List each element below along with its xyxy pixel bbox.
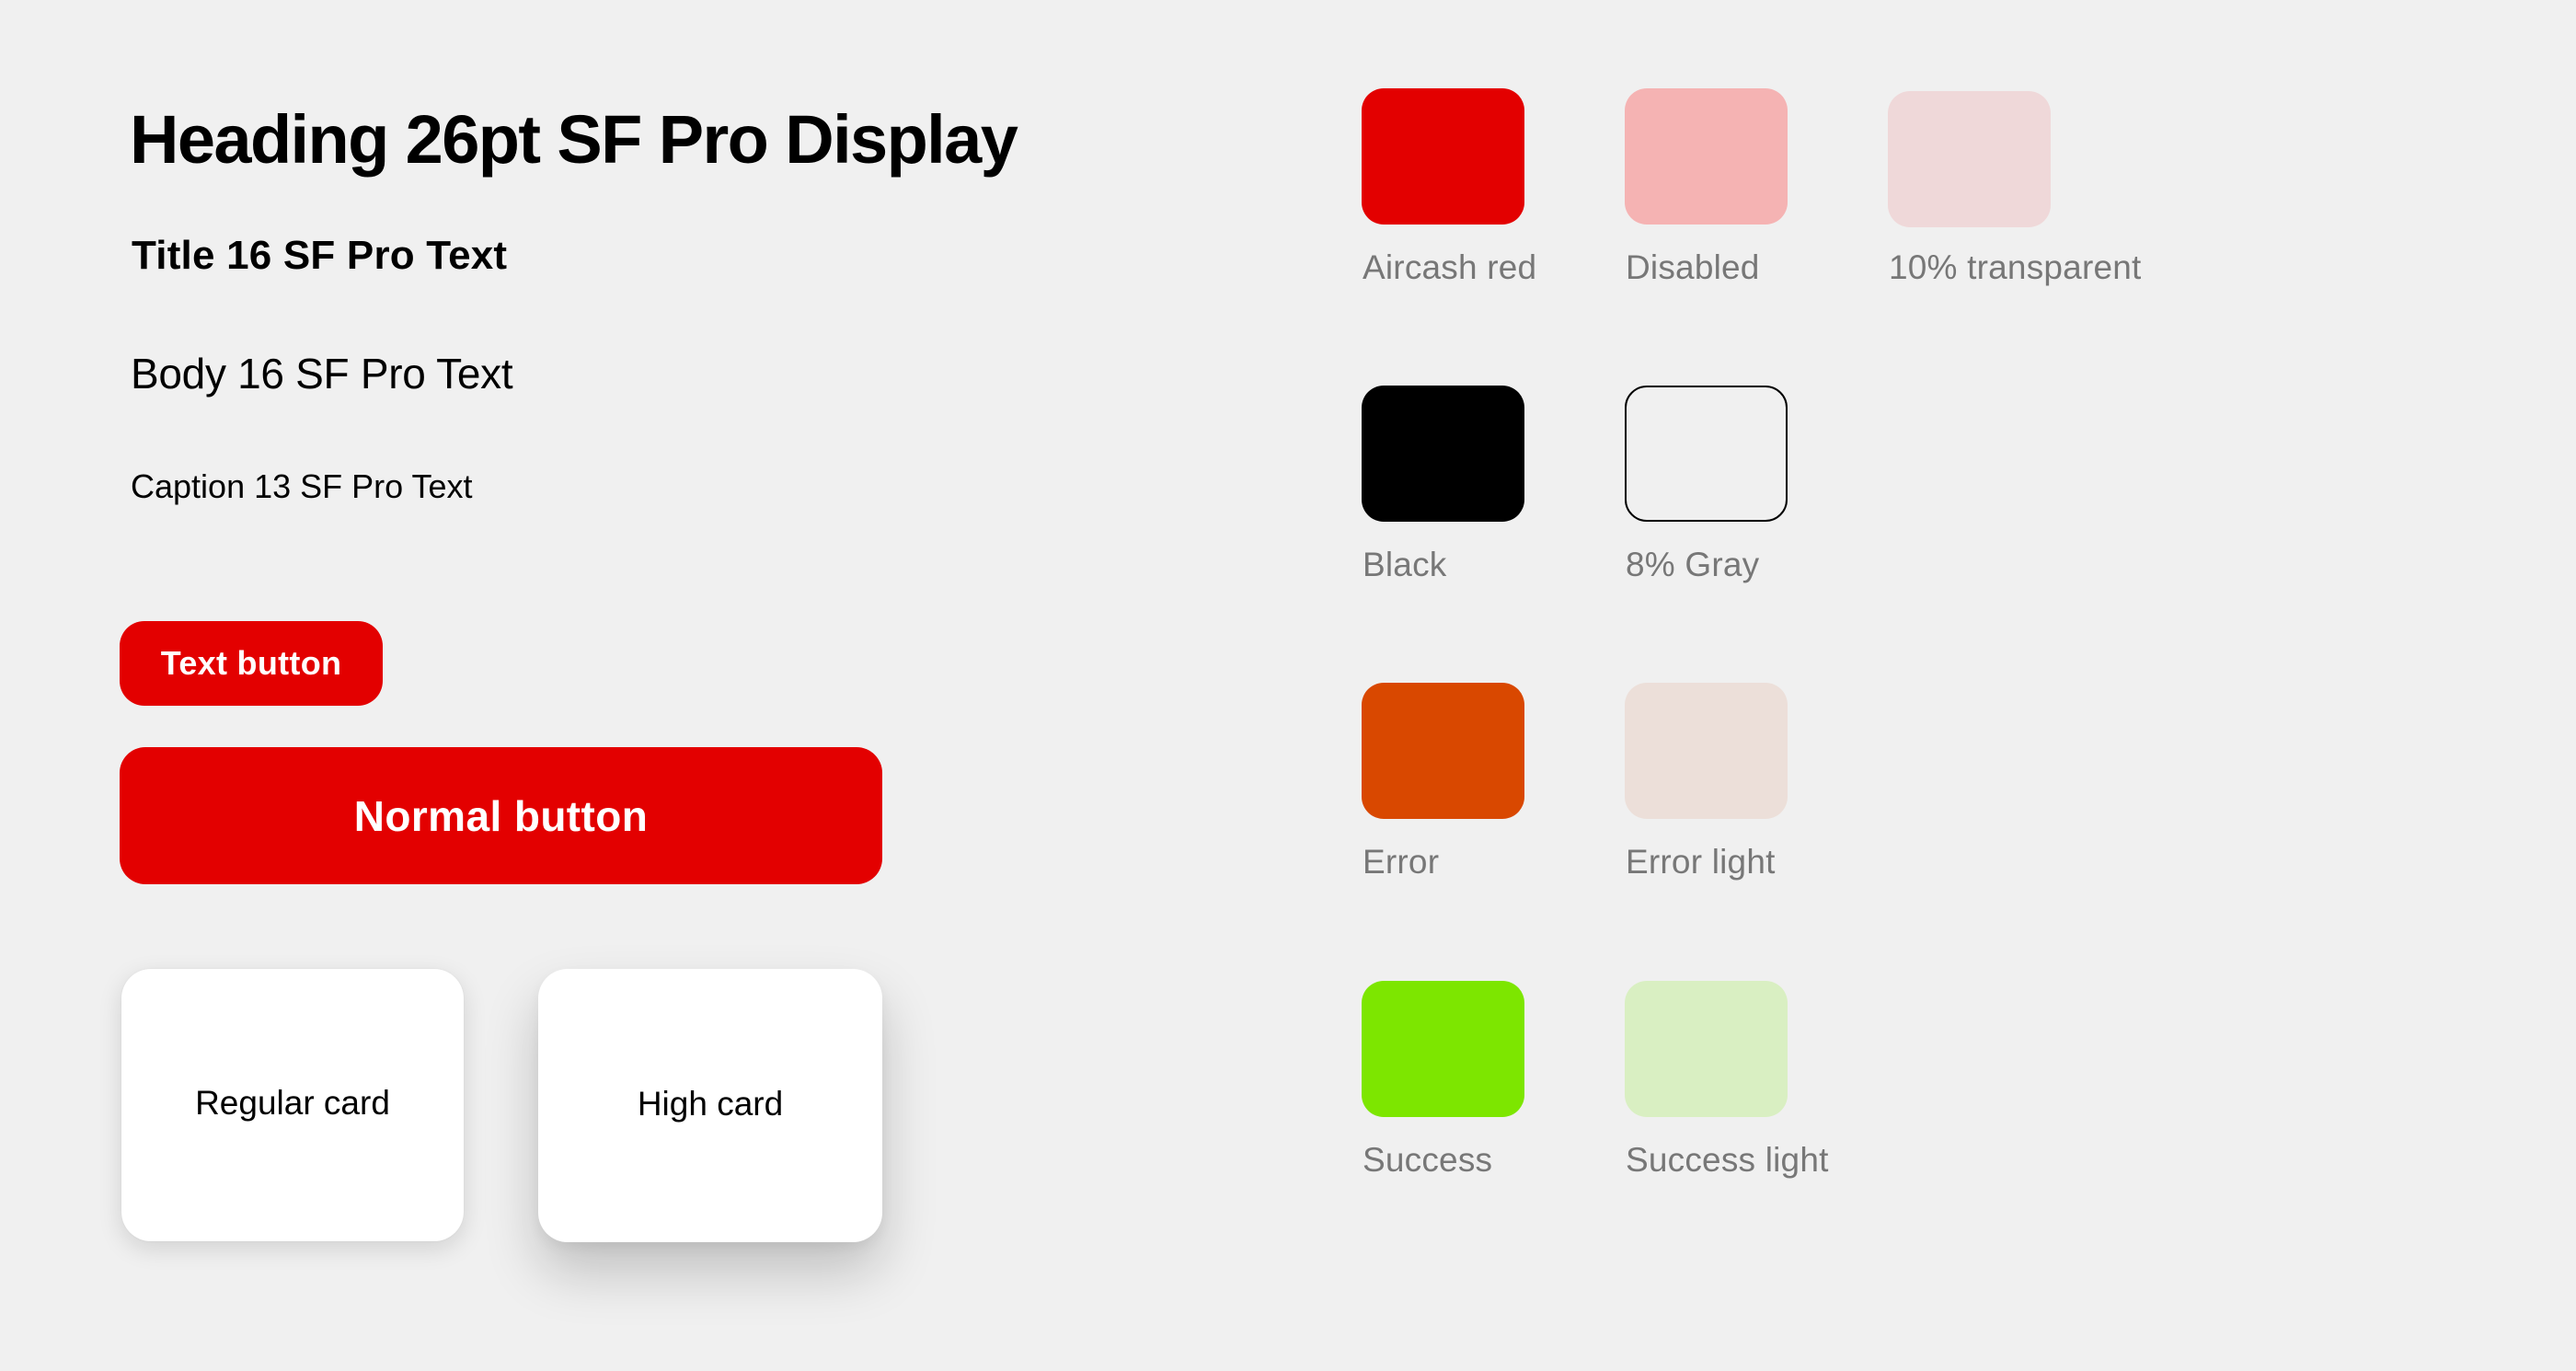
high-card-label: High card (637, 1084, 784, 1123)
swatch-10pct-transparent (1888, 91, 2051, 227)
title-sample: Title 16 SF Pro Text (132, 233, 508, 278)
heading-sample: Heading 26pt SF Pro Display (130, 101, 1018, 178)
swatch-black (1362, 386, 1524, 522)
swatch-label-success-light: Success light (1626, 1141, 1829, 1179)
high-card: High card (538, 969, 882, 1242)
normal-button[interactable]: Normal button (120, 747, 882, 884)
text-button-label: Text button (160, 644, 342, 682)
swatch-aircash-red (1362, 88, 1524, 225)
regular-card: Regular card (121, 969, 464, 1241)
regular-card-label: Regular card (195, 1084, 390, 1122)
swatch-label-10pct-transparent: 10% transparent (1889, 248, 2142, 286)
swatch-label-aircash-red: Aircash red (1363, 248, 1537, 286)
swatch-label-error-light: Error light (1626, 843, 1776, 881)
swatch-error (1362, 683, 1524, 819)
normal-button-label: Normal button (353, 791, 649, 840)
swatch-success-light (1625, 981, 1788, 1117)
text-button[interactable]: Text button (120, 621, 383, 706)
swatch-success (1362, 981, 1524, 1117)
swatch-label-8pct-gray: 8% Gray (1626, 546, 1760, 583)
swatch-error-light (1625, 683, 1788, 819)
caption-sample: Caption 13 SF Pro Text (131, 467, 473, 505)
swatch-8pct-gray (1625, 386, 1788, 522)
swatch-disabled (1625, 88, 1788, 225)
swatch-label-black: Black (1363, 546, 1447, 583)
swatch-label-disabled: Disabled (1626, 248, 1760, 286)
body-sample: Body 16 SF Pro Text (131, 350, 513, 397)
swatch-label-success: Success (1363, 1141, 1493, 1179)
swatch-label-error: Error (1363, 843, 1440, 881)
